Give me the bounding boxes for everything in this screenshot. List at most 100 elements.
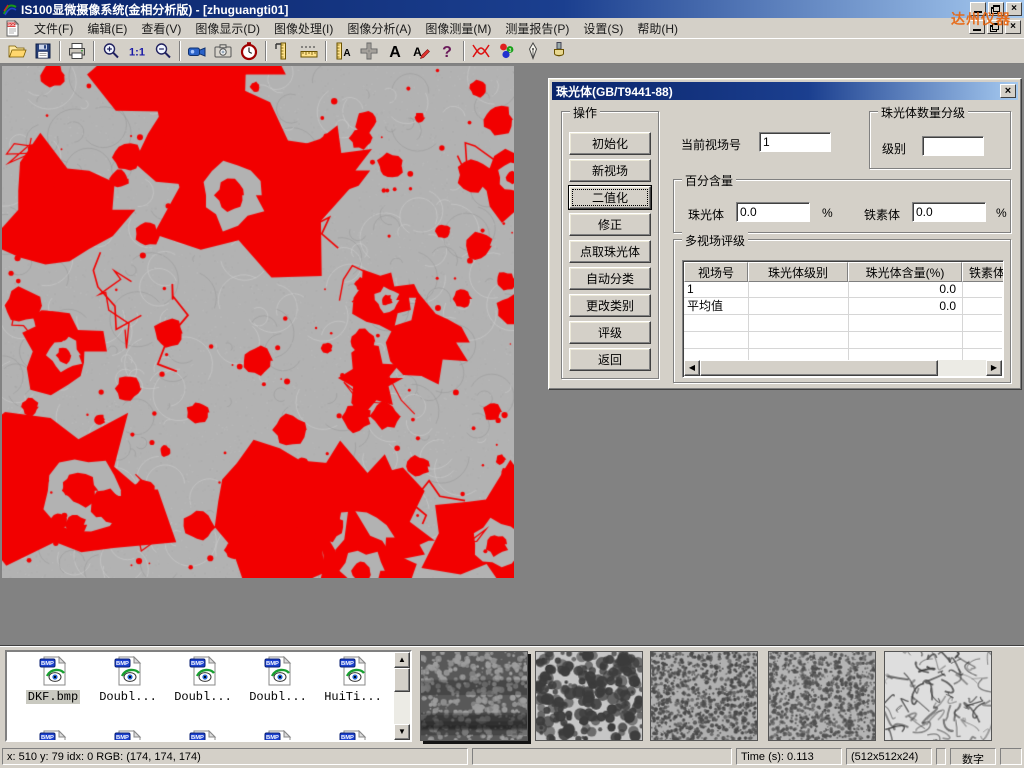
- table-row[interactable]: [684, 350, 1002, 360]
- open-button[interactable]: [4, 40, 30, 62]
- menu-image-measure[interactable]: 图像测量(M): [418, 18, 498, 39]
- scroll-thumb[interactable]: [700, 360, 938, 376]
- vendor-watermark: 达州仪器: [951, 9, 1011, 29]
- thumbnail-1[interactable]: [420, 651, 528, 741]
- image-size-panel: (512x512x24): [846, 748, 932, 765]
- timer-icon: [239, 41, 259, 61]
- table-row[interactable]: [684, 316, 1002, 332]
- svg-text:BMP: BMP: [116, 735, 129, 741]
- timer-button[interactable]: [236, 40, 262, 62]
- svg-text:BMP: BMP: [41, 735, 54, 741]
- thumbnail-2[interactable]: [535, 651, 643, 741]
- zoom-in-button[interactable]: [98, 40, 124, 62]
- menu-image-display[interactable]: 图像显示(D): [188, 18, 267, 39]
- document-icon[interactable]: DOC: [4, 20, 21, 37]
- pearlite-percent-input[interactable]: [736, 202, 810, 222]
- menu-file[interactable]: 文件(F): [27, 18, 80, 39]
- scroll-down-button[interactable]: ▼: [394, 724, 410, 740]
- pearlite-label: 珠光体: [688, 206, 724, 223]
- rating-group: 多视场评级 视场号 珠光体级别 珠光体含量(%) 铁素体含量(%) 1 0.0: [673, 239, 1011, 383]
- col-pearlite-pct: 珠光体含量(%): [848, 262, 962, 282]
- ruler-icon: [299, 41, 319, 61]
- menu-settings[interactable]: 设置(S): [576, 18, 630, 39]
- ferrite-percent-input[interactable]: [912, 202, 986, 222]
- scroll-thumb[interactable]: [394, 668, 410, 692]
- change-class-button[interactable]: 更改类别: [569, 294, 651, 317]
- file-item[interactable]: BMP: [167, 730, 239, 742]
- video-capture-button[interactable]: [184, 40, 210, 62]
- dialog-title: 珠光体(GB/T9441-88): [556, 83, 673, 100]
- table-hscrollbar[interactable]: ◀ ▶: [684, 360, 1002, 376]
- annotate-tool-button[interactable]: A: [408, 40, 434, 62]
- file-item[interactable]: BMP DKF.bmp: [17, 656, 89, 704]
- thumbnail-3[interactable]: [650, 651, 758, 741]
- thumbnail-5[interactable]: [884, 651, 992, 741]
- bmp-file-icon: BMP: [113, 656, 143, 686]
- menu-view[interactable]: 查看(V): [134, 18, 188, 39]
- scroll-right-button[interactable]: ▶: [986, 360, 1002, 376]
- percent-group: 百分含量 珠光体 % 铁素体 %: [673, 179, 1011, 233]
- current-field-input[interactable]: [759, 132, 831, 152]
- brush-tool-button[interactable]: [546, 40, 572, 62]
- zoom-out-icon: [153, 41, 173, 61]
- caliper-measure-button[interactable]: [270, 40, 296, 62]
- file-item[interactable]: BMP Doubl...: [92, 656, 164, 704]
- menu-help[interactable]: 帮助(H): [630, 18, 685, 39]
- scale-calibrate-button[interactable]: A: [330, 40, 356, 62]
- save-button[interactable]: [30, 40, 56, 62]
- pen-nib-icon: [523, 41, 543, 61]
- return-button[interactable]: 返回: [569, 348, 651, 371]
- scroll-left-button[interactable]: ◀: [684, 360, 700, 376]
- svg-text:BMP: BMP: [191, 735, 204, 741]
- file-item[interactable]: BMP HuiTi...: [317, 656, 389, 704]
- table-row[interactable]: 平均值 0.0: [684, 299, 1002, 315]
- thumbnail-4[interactable]: [768, 651, 876, 741]
- pick-pearlite-button[interactable]: 点取珠光体: [569, 240, 651, 263]
- scroll-up-button[interactable]: ▲: [394, 652, 410, 668]
- help-button[interactable]: ?: [434, 40, 460, 62]
- file-item[interactable]: BMP: [17, 730, 89, 742]
- zoom-out-button[interactable]: [150, 40, 176, 62]
- rating-table[interactable]: 视场号 珠光体级别 珠光体含量(%) 铁素体含量(%) 1 0.0 平均值: [682, 260, 1004, 378]
- new-field-button[interactable]: 新视场: [569, 159, 651, 182]
- svg-text:BMP: BMP: [191, 661, 204, 667]
- file-item[interactable]: BMP Doubl...: [167, 656, 239, 704]
- camera-icon: [213, 41, 233, 61]
- file-name: Doubl...: [247, 690, 309, 704]
- micrograph-image[interactable]: [2, 66, 514, 578]
- table-row[interactable]: 1 0.0: [684, 282, 1002, 298]
- level-input[interactable]: [922, 136, 984, 156]
- file-vscrollbar[interactable]: ▲ ▼: [394, 652, 410, 740]
- file-item[interactable]: BMP Doubl...: [242, 656, 314, 704]
- toolbar-separator: [59, 41, 61, 61]
- curve-tool-button[interactable]: [468, 40, 494, 62]
- grid-tool-button[interactable]: [356, 40, 382, 62]
- menu-measure-report[interactable]: 测量报告(P): [498, 18, 576, 39]
- file-item[interactable]: BMP: [242, 730, 314, 742]
- bmp-file-icon: BMP: [263, 730, 293, 742]
- init-button[interactable]: 初始化: [569, 132, 651, 155]
- text-tool-button[interactable]: A: [382, 40, 408, 62]
- binarize-button[interactable]: 二值化: [569, 186, 651, 209]
- dialog-close-button[interactable]: ×: [1000, 84, 1016, 98]
- particle-count-button[interactable]: 3: [494, 40, 520, 62]
- empty-panel: [1000, 748, 1022, 765]
- menu-edit[interactable]: 编辑(E): [80, 18, 134, 39]
- menu-image-processing[interactable]: 图像处理(I): [267, 18, 340, 39]
- operation-group-label: 操作: [570, 104, 600, 121]
- print-button[interactable]: [64, 40, 90, 62]
- svg-text:BMP: BMP: [341, 735, 354, 741]
- menu-image-analysis[interactable]: 图像分析(A): [340, 18, 418, 39]
- rate-button[interactable]: 评级: [569, 321, 651, 344]
- dialog-title-bar[interactable]: 珠光体(GB/T9441-88) ×: [552, 82, 1018, 100]
- auto-classify-button[interactable]: 自动分类: [569, 267, 651, 290]
- correct-button[interactable]: 修正: [569, 213, 651, 236]
- ruler-measure-button[interactable]: [296, 40, 322, 62]
- file-browser[interactable]: BMP DKF.bmp BMP Doubl... BMP Doubl... BM…: [5, 650, 412, 742]
- actual-size-button[interactable]: 1:1: [124, 40, 150, 62]
- snapshot-button[interactable]: [210, 40, 236, 62]
- file-item[interactable]: BMP: [92, 730, 164, 742]
- file-item[interactable]: BMP: [317, 730, 389, 742]
- table-row[interactable]: [684, 333, 1002, 349]
- pen-tool-button[interactable]: [520, 40, 546, 62]
